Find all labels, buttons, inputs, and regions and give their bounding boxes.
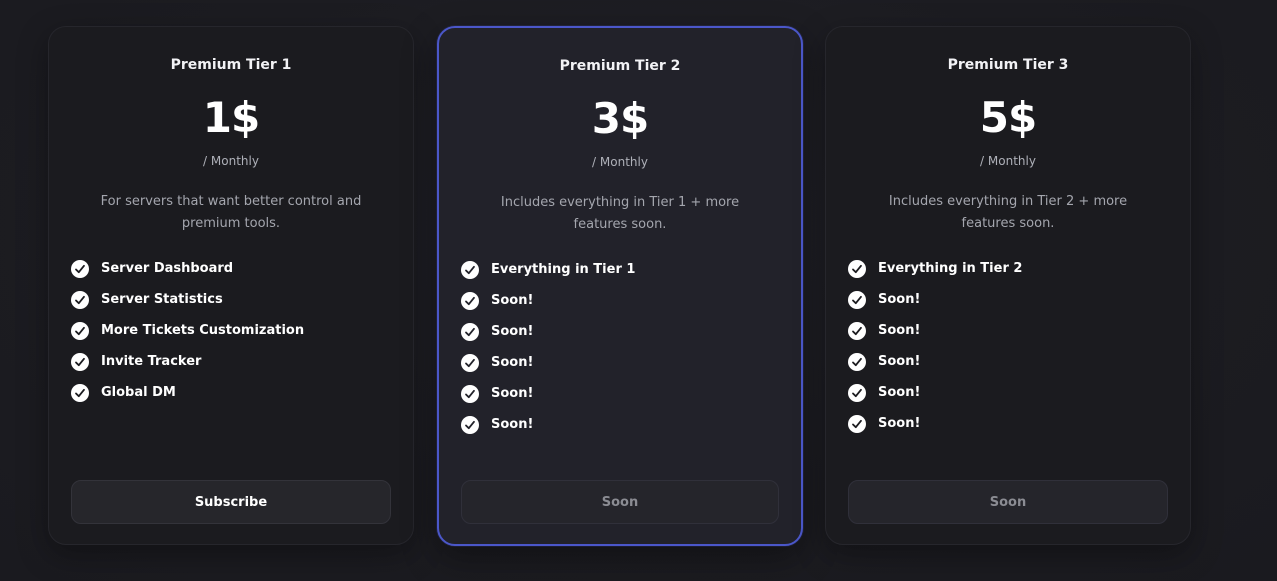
check-circle-icon xyxy=(461,353,479,372)
check-circle-icon xyxy=(71,352,89,371)
plan-price: 3$ xyxy=(591,94,649,143)
feature-label: Soon! xyxy=(491,417,534,432)
plan-period: / Monthly xyxy=(203,154,259,168)
feature-item: Soon! xyxy=(848,377,1022,408)
plan-price: 5$ xyxy=(979,93,1037,142)
feature-item: Everything in Tier 1 xyxy=(461,254,635,285)
feature-item: Server Statistics xyxy=(71,284,304,315)
feature-item: Soon! xyxy=(461,285,635,316)
plan-card-tier-3: Premium Tier 3 5$ / Monthly Includes eve… xyxy=(825,26,1191,545)
subscribe-button[interactable]: Subscribe xyxy=(71,480,391,524)
feature-item: Everything in Tier 2 xyxy=(848,253,1022,284)
feature-item: More Tickets Customization xyxy=(71,315,304,346)
check-circle-icon xyxy=(461,384,479,403)
feature-item: Invite Tracker xyxy=(71,346,304,377)
feature-label: Soon! xyxy=(491,293,534,308)
feature-item: Soon! xyxy=(461,378,635,409)
feature-item: Soon! xyxy=(461,316,635,347)
plan-description: Includes everything in Tier 1 + more fea… xyxy=(500,195,740,232)
plan-card-tier-1: Premium Tier 1 1$ / Monthly For servers … xyxy=(48,26,414,545)
feature-item: Soon! xyxy=(848,315,1022,346)
check-circle-icon xyxy=(461,291,479,310)
feature-label: Soon! xyxy=(878,354,921,369)
feature-label: Soon! xyxy=(878,385,921,400)
plan-period: / Monthly xyxy=(592,155,648,169)
feature-label: Soon! xyxy=(491,324,534,339)
feature-label: Everything in Tier 2 xyxy=(878,261,1023,276)
check-circle-icon xyxy=(848,259,866,278)
feature-label: Invite Tracker xyxy=(101,354,202,369)
feature-list: Everything in Tier 2 Soon! Soon! Soon! S… xyxy=(848,253,1022,439)
feature-item: Soon! xyxy=(461,409,635,440)
plan-title: Premium Tier 2 xyxy=(559,58,681,74)
soon-button[interactable]: Soon xyxy=(848,480,1168,524)
check-circle-icon xyxy=(71,383,89,402)
check-circle-icon xyxy=(848,414,866,433)
check-circle-icon xyxy=(848,383,866,402)
check-circle-icon xyxy=(848,321,866,340)
feature-item: Global DM xyxy=(71,377,304,408)
check-circle-icon xyxy=(71,290,89,309)
feature-label: Soon! xyxy=(878,292,921,307)
feature-item: Server Dashboard xyxy=(71,253,304,284)
check-circle-icon xyxy=(848,290,866,309)
plan-title: Premium Tier 1 xyxy=(170,57,292,73)
plan-description: For servers that want better control and… xyxy=(100,194,362,231)
check-circle-icon xyxy=(461,260,479,279)
feature-label: Soon! xyxy=(491,386,534,401)
feature-list: Everything in Tier 1 Soon! Soon! Soon! S… xyxy=(461,254,635,440)
check-circle-icon xyxy=(71,259,89,278)
pricing-section: Premium Tier 1 1$ / Monthly For servers … xyxy=(0,0,1277,581)
check-circle-icon xyxy=(461,415,479,434)
feature-label: Server Dashboard xyxy=(101,261,234,276)
feature-item: Soon! xyxy=(461,347,635,378)
check-circle-icon xyxy=(71,321,89,340)
plan-title: Premium Tier 3 xyxy=(947,57,1069,73)
feature-item: Soon! xyxy=(848,408,1022,439)
check-circle-icon xyxy=(461,322,479,341)
plan-price: 1$ xyxy=(202,93,260,142)
plan-period: / Monthly xyxy=(980,154,1036,168)
feature-label: More Tickets Customization xyxy=(101,323,305,338)
feature-item: Soon! xyxy=(848,346,1022,377)
feature-label: Global DM xyxy=(101,385,176,400)
plan-card-tier-2: Premium Tier 2 3$ / Monthly Includes eve… xyxy=(437,26,803,546)
feature-label: Soon! xyxy=(491,355,534,370)
plan-description: Includes everything in Tier 2 + more fea… xyxy=(888,194,1128,231)
soon-button[interactable]: Soon xyxy=(461,480,779,524)
feature-label: Everything in Tier 1 xyxy=(491,262,636,277)
feature-label: Soon! xyxy=(878,323,921,338)
feature-item: Soon! xyxy=(848,284,1022,315)
feature-label: Server Statistics xyxy=(101,292,223,307)
feature-label: Soon! xyxy=(878,416,921,431)
check-circle-icon xyxy=(848,352,866,371)
feature-list: Server Dashboard Server Statistics More … xyxy=(71,253,304,408)
